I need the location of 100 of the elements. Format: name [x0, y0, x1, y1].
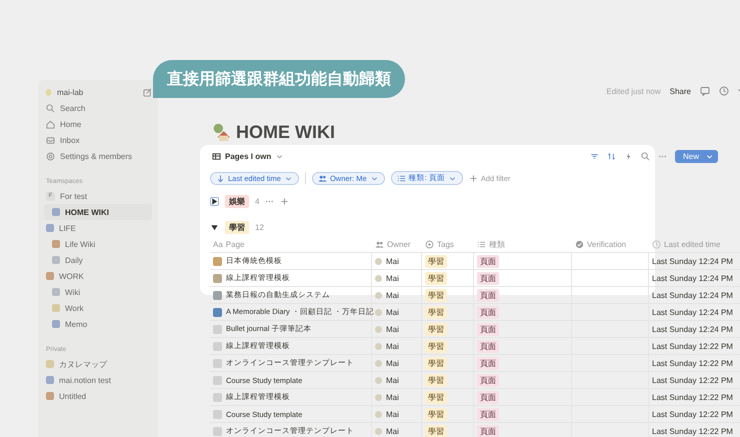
tag-label: 學習	[425, 424, 447, 437]
circle-dot-icon	[425, 240, 434, 248]
verified-badge-icon	[575, 240, 584, 248]
edited-time: Last Sunday 12:24 PM	[652, 290, 733, 300]
list-icon	[477, 240, 486, 248]
tag-label: 學習	[425, 390, 447, 404]
owner-name: Mai	[386, 410, 399, 418]
group-toggle[interactable]	[210, 222, 219, 232]
plus-icon	[468, 174, 478, 182]
callout-banner: 直接用篩選跟群組功能自動歸類	[153, 60, 405, 98]
filter-icon[interactable]	[590, 152, 599, 160]
triangle-right-icon	[210, 196, 219, 206]
comment-icon[interactable]	[700, 86, 710, 96]
owner-name: Mai	[386, 324, 399, 334]
triangle-down-icon	[210, 222, 219, 232]
column-header[interactable]: Tags	[437, 240, 454, 248]
tag-label: 學習	[425, 340, 447, 352]
type-label: 頁面	[477, 322, 499, 336]
sidebar-nav-item[interactable]: Search	[44, 100, 152, 116]
sidebar-item[interactable]: Life Wiki	[44, 236, 152, 252]
type-label: 頁面	[477, 306, 499, 318]
type-label: 頁面	[477, 288, 499, 302]
search-icon	[46, 104, 55, 112]
edited-time: Last Sunday 12:22 PM	[652, 426, 733, 436]
people-icon	[375, 240, 384, 248]
inbox-tray-icon	[46, 136, 55, 144]
clock-icon	[652, 240, 661, 248]
sidebar-item[interactable]: WORK	[44, 268, 152, 284]
tag-label: 學習	[425, 254, 447, 268]
tag-label: 學習	[425, 322, 447, 336]
edited-time: Last Sunday 12:22 PM	[652, 410, 733, 418]
avatar-icon	[375, 308, 382, 316]
owner-name: Mai	[386, 358, 399, 368]
sidebar-item[interactable]: HOME WIKI	[44, 204, 152, 220]
edited-time: Last Sunday 12:24 PM	[652, 274, 733, 282]
column-header[interactable]: Last edited time	[664, 240, 720, 248]
type-label: 頁面	[477, 408, 499, 420]
type-label: 頁面	[477, 374, 499, 386]
avatar-icon	[375, 410, 382, 418]
search-icon[interactable]	[640, 152, 650, 160]
table-icon	[212, 152, 221, 160]
type-label: 頁面	[477, 356, 499, 370]
owner-name: Mai	[386, 274, 399, 282]
sidebar-item[interactable]: カヌレマップ	[44, 356, 152, 372]
plus-icon[interactable]	[280, 196, 290, 206]
sidebar-item[interactable]: Untitled	[44, 388, 152, 404]
tag-label: 學習	[425, 408, 447, 420]
avatar-icon	[375, 394, 382, 400]
type-label: 頁面	[477, 390, 499, 404]
list-icon	[396, 174, 406, 182]
sidebar-item[interactable]: Wiki	[44, 284, 152, 300]
column-type-label: Aa	[213, 240, 223, 248]
column-header[interactable]: Verification	[587, 240, 626, 248]
sidebar-nav-item[interactable]: Home	[44, 116, 152, 132]
avatar-icon	[375, 342, 382, 350]
group-count: 12	[255, 222, 264, 232]
people-icon	[318, 174, 327, 182]
view-tab[interactable]: Pages I own	[210, 152, 286, 160]
avatar-icon	[375, 376, 382, 384]
owner-name: Mai	[386, 376, 399, 384]
owner-name: Mai	[386, 426, 399, 436]
type-label: 頁面	[477, 272, 499, 284]
share-button[interactable]: Share	[670, 86, 691, 96]
workspace-name[interactable]: mai-lab	[57, 88, 84, 96]
house-tree-icon	[212, 123, 230, 141]
group-count: 4	[255, 196, 260, 206]
sidebar-item[interactable]: Memo	[44, 316, 152, 332]
group-tag: 學習	[225, 220, 249, 234]
column-header[interactable]: Page	[226, 240, 244, 248]
edited-time: Last Sunday 12:22 PM	[652, 392, 733, 402]
owner-name: Mai	[386, 256, 399, 266]
tag-label: 學習	[425, 356, 447, 370]
owner-name: Mai	[386, 342, 399, 350]
avatar-icon	[375, 428, 382, 434]
type-label: 頁面	[477, 254, 499, 268]
sort-icon[interactable]	[606, 152, 616, 160]
edited-time: Last Sunday 12:24 PM	[652, 256, 733, 266]
tag-label: 學習	[425, 272, 447, 284]
new-button[interactable]: New	[674, 150, 718, 162]
sidebar-item[interactable]: mai.notion test	[44, 372, 152, 388]
clock-icon[interactable]	[719, 86, 729, 96]
new-page-icon[interactable]	[143, 88, 152, 96]
edited-status: Edited just now	[606, 86, 661, 96]
type-label: 頁面	[477, 424, 499, 437]
sidebar-item[interactable]: Work	[44, 300, 152, 316]
owner-name: Mai	[386, 392, 399, 402]
tag-label: 學習	[425, 288, 447, 302]
sidebar-nav-item[interactable]: Settings & members	[44, 148, 152, 164]
edited-time: Last Sunday 12:22 PM	[652, 358, 733, 368]
sidebar-nav-item[interactable]: Inbox	[44, 132, 152, 148]
tag-label: 學習	[425, 306, 447, 318]
column-header[interactable]: Owner	[387, 240, 411, 248]
owner-name: Mai	[386, 290, 399, 300]
column-header[interactable]: 種類	[489, 238, 505, 250]
sidebar-item[interactable]: Daily	[44, 252, 152, 268]
avatar-icon	[375, 326, 382, 332]
home-icon	[46, 120, 55, 128]
sidebar-item[interactable]: LIFE	[44, 220, 152, 236]
group-tag: 娛樂	[225, 194, 249, 208]
tag-label: 學習	[425, 374, 447, 386]
